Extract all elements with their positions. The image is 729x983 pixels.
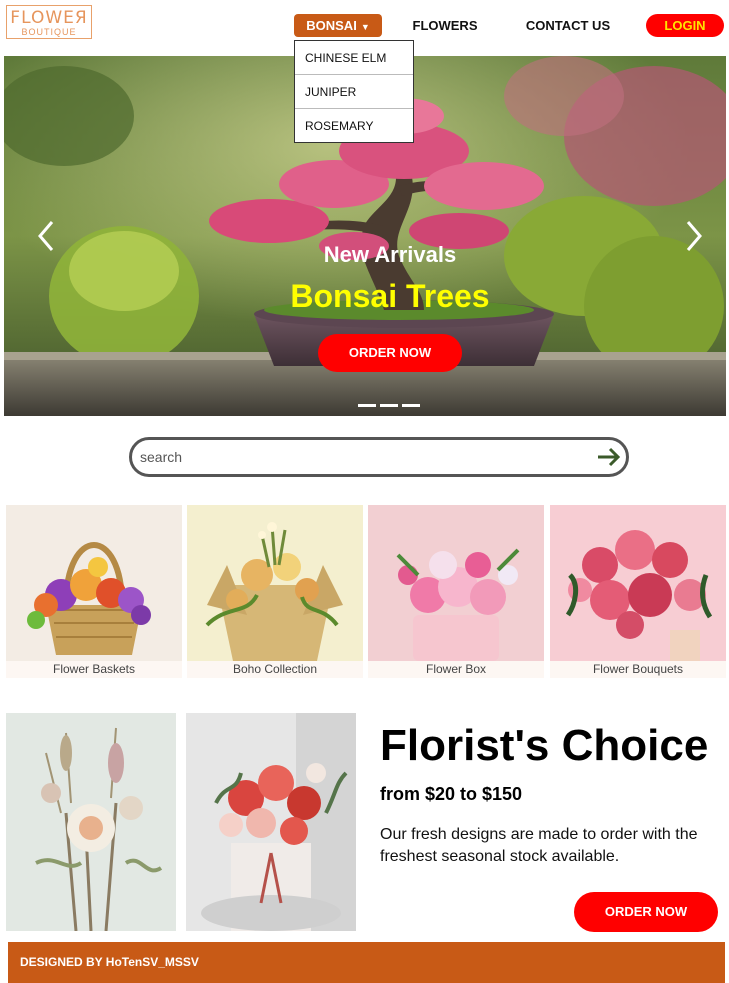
category-flower-bouquets[interactable]: Flower Bouquets: [550, 505, 726, 678]
footer: DESIGNED BY HoTenSV_MSSV: [8, 942, 725, 983]
nav-bonsai-label: BONSAI: [306, 18, 357, 33]
logo-text: FLOWEЯ: [10, 8, 88, 28]
hero-subtitle: New Arrivals: [323, 242, 457, 267]
red-bouquet-image: [186, 713, 356, 931]
category-caption: Flower Bouquets: [550, 661, 726, 678]
category-boho-collection[interactable]: Boho Collection: [187, 505, 363, 678]
bonsai-dropdown-menu: CHINESE ELM JUNIPER ROSEMARY: [294, 40, 414, 143]
carousel-indicator[interactable]: [358, 404, 376, 407]
search-input[interactable]: [140, 447, 580, 467]
footer-credit: DESIGNED BY HoTenSV_MSSV: [20, 955, 199, 969]
arrow-right-icon[interactable]: [596, 446, 622, 468]
dropdown-item-rosemary[interactable]: ROSEMARY: [295, 109, 413, 143]
florist-choice-title: Florist's Choice: [380, 721, 709, 770]
dropdown-item-chinese-elm[interactable]: CHINESE ELM: [295, 41, 413, 75]
login-button[interactable]: LOGIN: [646, 14, 724, 37]
carousel-indicator[interactable]: [380, 404, 398, 407]
dropdown-item-juniper[interactable]: JUNIPER: [295, 75, 413, 109]
category-caption: Flower Baskets: [6, 661, 182, 678]
nav-contact-link[interactable]: CONTACT US: [520, 14, 616, 37]
florist-choice-price: from $20 to $150: [380, 784, 523, 804]
caret-down-icon: ▼: [360, 22, 370, 32]
nav-bonsai-button[interactable]: BONSAI ▼: [294, 14, 382, 37]
search-bar: [129, 437, 629, 477]
logo[interactable]: FLOWEЯ BOUTIQUE: [6, 5, 92, 39]
category-flower-box[interactable]: Flower Box: [368, 505, 544, 678]
dried-flowers-image: [6, 713, 176, 931]
category-flower-baskets[interactable]: Flower Baskets: [6, 505, 182, 678]
hero-order-now-button[interactable]: ORDER NOW: [318, 334, 462, 372]
category-caption: Boho Collection: [187, 661, 363, 678]
flower-basket-image: [6, 505, 182, 661]
hero-title: Bonsai Trees: [290, 278, 490, 314]
logo-subtext: BOUTIQUE: [21, 27, 77, 37]
florist-order-now-button[interactable]: ORDER NOW: [574, 892, 718, 932]
category-caption: Flower Box: [368, 661, 544, 678]
carousel-indicators: [358, 394, 424, 407]
carousel-indicator[interactable]: [402, 404, 420, 407]
boho-bouquet-image: [187, 505, 363, 661]
flower-box-image: [368, 505, 544, 661]
flower-bouquet-image: [550, 505, 726, 661]
nav-flowers-link[interactable]: FLOWERS: [404, 14, 486, 37]
florist-choice-description: Our fresh designs are made to order with…: [380, 826, 698, 865]
